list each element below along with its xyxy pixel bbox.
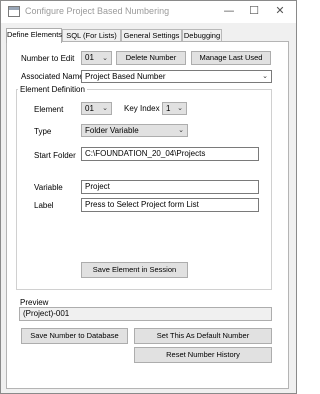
element-label: Element [34, 105, 64, 114]
start-folder-label: Start Folder [34, 151, 76, 160]
title-bar[interactable]: Configure Project Based Numbering — ☐ ✕ [1, 1, 296, 23]
delete-number-button[interactable]: Delete Number [116, 51, 186, 65]
element-definition-title: Element Definition [18, 85, 87, 94]
preview-field: (Project)-001 [19, 307, 272, 321]
preview-label: Preview [20, 298, 49, 307]
element-select[interactable]: 01 ⌄ [81, 102, 112, 115]
manage-last-used-button[interactable]: Manage Last Used [191, 51, 271, 65]
maximize-icon[interactable]: ☐ [242, 1, 266, 23]
set-default-number-button[interactable]: Set This As Default Number [134, 328, 272, 344]
chevron-down-icon: ⌄ [262, 72, 268, 80]
type-value: Folder Variable [85, 126, 139, 135]
number-to-edit-select[interactable]: 01 ⌄ [81, 51, 112, 65]
chevron-down-icon: ⌄ [102, 54, 108, 62]
minimize-icon[interactable]: — [217, 1, 241, 23]
chevron-down-icon: ⌄ [178, 126, 184, 134]
number-to-edit-value: 01 [85, 53, 94, 62]
label-input[interactable]: Press to Select Project form List [81, 198, 259, 212]
type-select[interactable]: Folder Variable ⌄ [81, 124, 188, 137]
window-title: Configure Project Based Numbering [25, 6, 170, 16]
key-index-label: Key Index [124, 104, 160, 113]
associated-name-select[interactable]: Project Based Number ⌄ [81, 70, 272, 83]
close-icon[interactable]: ✕ [268, 1, 292, 23]
element-value: 01 [85, 104, 94, 113]
app-form-icon [8, 6, 20, 17]
associated-name-value: Project Based Number [85, 72, 166, 81]
variable-label: Variable [34, 183, 63, 192]
chevron-down-icon: ⌄ [102, 104, 108, 112]
number-to-edit-label: Number to Edit [21, 54, 75, 63]
type-label: Type [34, 127, 52, 136]
associated-name-label: Associated Name [21, 72, 84, 81]
chevron-down-icon: ⌄ [177, 104, 183, 112]
start-folder-input[interactable]: C:\FOUNDATION_20_04\Projects [81, 147, 259, 161]
reset-number-history-button[interactable]: Reset Number History [134, 347, 272, 363]
tab-define-elements[interactable]: Define Elements [6, 28, 62, 43]
key-index-select[interactable]: 1 ⌄ [162, 102, 187, 115]
save-element-button[interactable]: Save Element in Session [81, 262, 188, 278]
label-label: Label [34, 201, 54, 210]
variable-input[interactable]: Project [81, 180, 259, 194]
key-index-value: 1 [166, 104, 171, 113]
save-number-to-database-button[interactable]: Save Number to Database [21, 328, 128, 344]
